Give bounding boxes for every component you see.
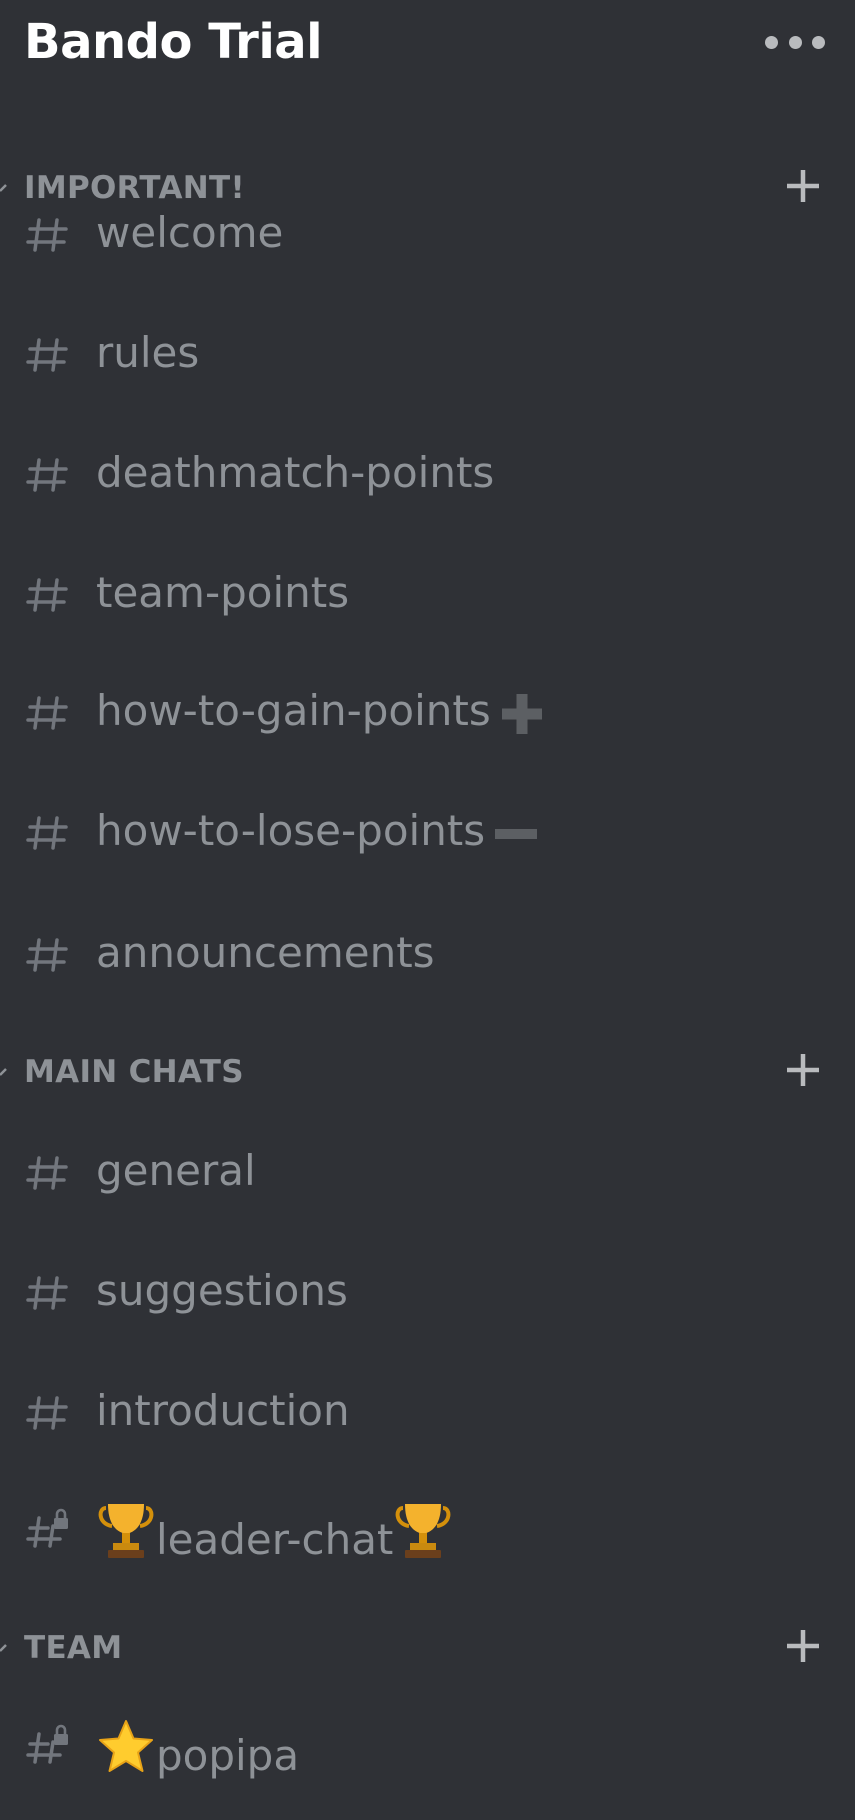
category-label: MAIN CHATS — [24, 1054, 244, 1090]
server-title: Bando Trial — [24, 14, 323, 70]
category-main-chats[interactable]: MAIN CHATS — [0, 1044, 855, 1100]
channel-sidebar: Bando Trial IMPORTANT! welcome rules dea… — [0, 0, 855, 1820]
channel-name: how-to-gain-points — [96, 686, 491, 735]
server-header[interactable]: Bando Trial — [0, 0, 855, 90]
channel-general[interactable]: general — [0, 1134, 855, 1214]
locked-hash-icon — [26, 1724, 68, 1764]
channel-name: announcements — [96, 928, 435, 977]
hash-icon — [26, 938, 68, 972]
more-dot — [788, 35, 802, 49]
category-team[interactable]: TEAM — [0, 1620, 855, 1676]
channel-name: welcome — [96, 208, 284, 257]
heavy-plus-icon — [501, 693, 542, 734]
plus-icon[interactable] — [783, 1626, 823, 1666]
star-icon — [99, 1720, 153, 1772]
hash-icon — [26, 1396, 68, 1430]
channel-name: leader-chat — [156, 1515, 394, 1564]
channel-name: popipa — [156, 1731, 300, 1780]
channel-name: team-points — [96, 568, 350, 617]
channel-suggestions[interactable]: suggestions — [0, 1254, 855, 1334]
channel-how-to-gain-points[interactable]: how-to-gain-points — [0, 674, 855, 754]
trophy-icon — [396, 1504, 451, 1558]
channel-name: general — [96, 1146, 256, 1195]
channel-how-to-lose-points[interactable]: how-to-lose-points — [0, 794, 855, 874]
hash-icon — [26, 1276, 68, 1310]
more-dot — [765, 35, 778, 49]
hash-icon — [26, 696, 68, 730]
channel-welcome[interactable]: welcome — [0, 196, 855, 276]
channel-name: deathmatch-points — [96, 448, 495, 497]
locked-hash-icon — [26, 1508, 68, 1548]
hash-icon — [26, 338, 68, 372]
channel-name-row: popipa — [96, 1718, 299, 1780]
channel-name: rules — [96, 328, 200, 377]
channel-rules[interactable]: rules — [0, 316, 855, 396]
channel-name-row: how-to-lose-points — [96, 806, 539, 857]
channel-leader-chat[interactable]: leader-chat — [0, 1490, 855, 1570]
more-options-button[interactable] — [765, 28, 825, 56]
more-dot — [812, 35, 825, 49]
hash-icon — [26, 816, 68, 850]
channel-announcements[interactable]: announcements — [0, 916, 855, 996]
channel-name: introduction — [96, 1386, 350, 1435]
plus-icon[interactable] — [783, 1050, 823, 1090]
trophy-icon — [98, 1504, 154, 1558]
channel-name: suggestions — [96, 1266, 348, 1315]
channel-name: how-to-lose-points — [96, 806, 486, 855]
hash-icon — [26, 458, 68, 492]
channel-name-row: leader-chat — [96, 1502, 453, 1564]
chevron-down-icon — [0, 1068, 7, 1076]
chevron-down-icon — [0, 184, 7, 192]
channel-name-row: how-to-gain-points — [96, 686, 545, 737]
chevron-down-icon — [0, 1644, 7, 1652]
hash-icon — [26, 1156, 68, 1190]
hash-icon — [26, 218, 68, 252]
heavy-minus-icon — [495, 828, 538, 839]
channel-team-points[interactable]: team-points — [0, 556, 855, 636]
hash-icon — [26, 578, 68, 612]
channel-popipa[interactable]: popipa — [0, 1706, 855, 1786]
channel-introduction[interactable]: introduction — [0, 1374, 855, 1454]
category-label: TEAM — [24, 1630, 123, 1666]
channel-deathmatch-points[interactable]: deathmatch-points — [0, 436, 855, 516]
